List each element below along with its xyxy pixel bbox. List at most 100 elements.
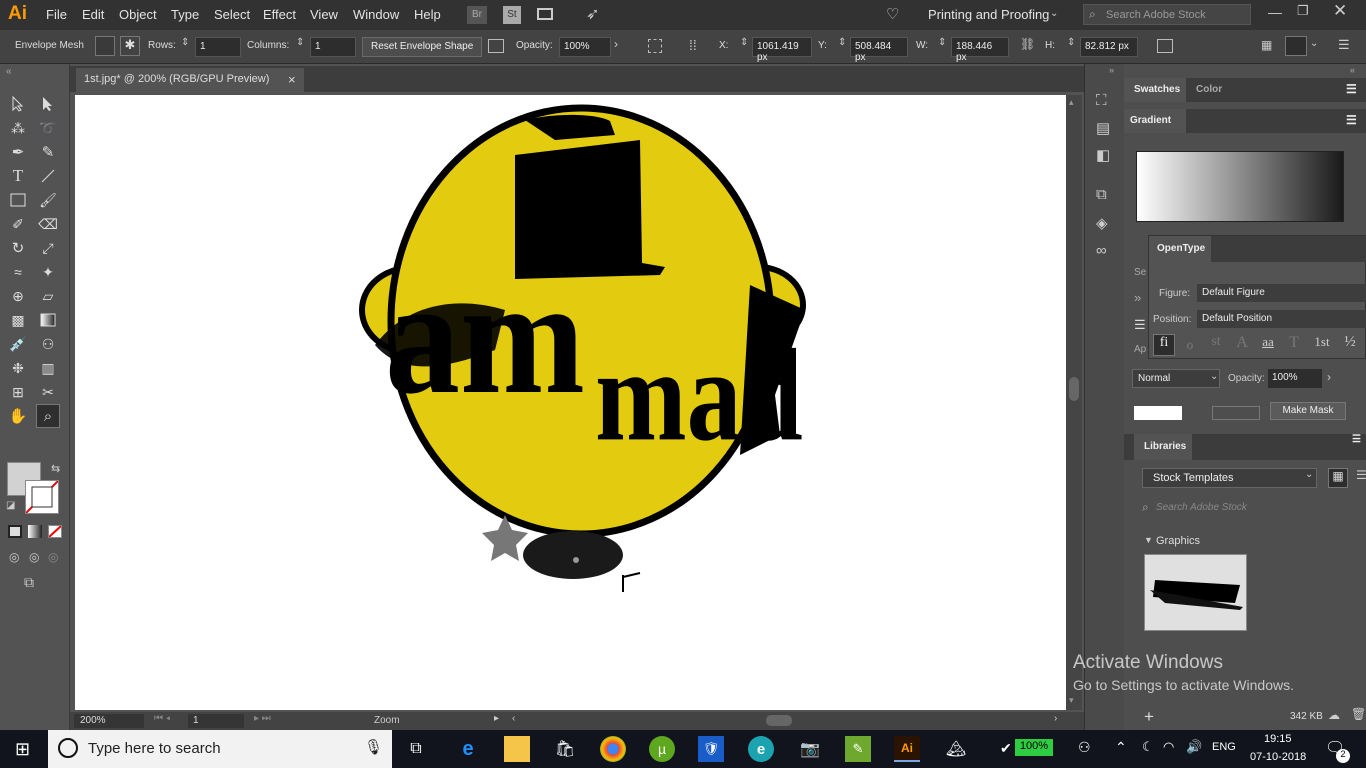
expand-icon[interactable]: » [1109,65,1114,75]
zoom-tool-icon[interactable]: ⌕ [36,404,60,428]
windows-start-icon[interactable]: ⊞ [15,739,30,760]
opacity-input[interactable]: 100% [559,37,611,57]
library-select[interactable]: Stock Templates [1142,468,1317,488]
wifi-icon[interactable]: ◠ [1163,739,1174,755]
lasso-icon[interactable]: ➰ [36,116,60,140]
chevron-down-icon[interactable]: ⌄ [1305,469,1313,480]
gradient-mode-icon[interactable] [28,525,42,538]
chevron-right-icon[interactable]: › [614,37,618,51]
gradient-tool-icon[interactable] [36,308,60,332]
warp-tool-icon[interactable]: ≈ [6,260,30,284]
collapse-icon[interactable]: « [6,66,12,77]
menu-help[interactable]: Help [414,7,441,22]
tab-opentype[interactable]: OpenType [1149,236,1211,262]
microphone-icon[interactable]: 🎙 [364,738,383,756]
contextual-icon[interactable]: aa [1257,334,1279,358]
shape-builder-icon[interactable]: ⊕ [6,284,30,308]
scroll-up-icon[interactable]: ▴ [1069,97,1074,108]
slice-tool-icon[interactable]: ✂ [36,380,60,404]
reset-envelope-button[interactable]: Reset Envelope Shape [362,37,483,57]
menu-type[interactable]: Type [171,7,199,22]
perspective-grid-icon[interactable]: ▱ [36,284,60,308]
h-stepper-icon[interactable]: ⇕ [1067,37,1075,48]
arrange-documents-icon[interactable] [537,8,553,20]
collapse-panels-icon[interactable]: « [1350,65,1355,75]
distribute-icon[interactable] [1285,36,1307,56]
lightbulb-icon[interactable]: ♡ [886,5,899,23]
panel-menu-icon[interactable]: ☰ [1338,37,1350,53]
vpn-shield-icon[interactable]: 🛡 [698,736,724,762]
chevron-down-icon[interactable]: ⌄ [1050,8,1058,19]
e-app-icon[interactable]: e [748,736,774,762]
swash-icon[interactable]: ℴ [1179,334,1201,358]
selection-tool-icon[interactable] [6,92,30,116]
mini-list-icon[interactable]: ☰ [1134,317,1146,333]
shaper-tool-icon[interactable]: ✐ [6,212,30,236]
tab-gradient[interactable]: Gradient [1124,109,1186,133]
transparency-icon[interactable] [488,39,504,53]
document-tab[interactable]: 1st.jpg* @ 200% (RGB/GPU Preview) × [76,68,304,92]
transparency-opacity-input[interactable]: 100% [1268,369,1322,388]
photos-icon[interactable]: 🏔 [943,736,969,762]
type-tool-icon[interactable]: T [6,164,30,188]
security-icon[interactable]: ✔ [1000,740,1012,757]
grid-view-icon[interactable]: ▦ [1328,468,1348,488]
eraser-icon[interactable]: ⌫ [36,212,60,236]
panel-menu-icon[interactable]: ☰ [1346,113,1357,127]
eyedropper-icon[interactable]: 💉 [6,332,30,356]
add-icon[interactable]: + [1144,707,1154,727]
workspace-switcher[interactable]: Printing and Proofing [928,7,1049,22]
draw-inside-icon[interactable]: ◎ [48,550,58,564]
next-artboard-icon[interactable]: ▸ ⏭ [254,713,271,724]
menu-object[interactable]: Object [119,7,157,22]
titling-icon[interactable]: A [1231,334,1253,358]
menu-effect[interactable]: Effect [263,7,296,22]
taskbar-search-box[interactable]: Type here to search 🎙 [48,730,392,768]
rotate-tool-icon[interactable]: ↻ [6,236,30,260]
paintbrush-icon[interactable]: 🖌 [36,188,60,212]
symbol-sprayer-icon[interactable]: ❉ [6,356,30,380]
vertical-scrollbar[interactable]: ▴ ▾ [1066,95,1082,710]
artboard-select[interactable]: 1 [188,714,244,728]
volume-icon[interactable]: 🔊 [1186,739,1202,755]
edge-icon[interactable]: e [455,736,481,762]
pathfinder-icon[interactable]: ◧ [1096,146,1110,164]
reference-point-icon[interactable] [648,39,662,53]
minimize-icon[interactable]: — [1268,4,1282,20]
x-input[interactable]: 1061.419 px [752,37,812,63]
scroll-left-icon[interactable]: ‹ [512,713,515,724]
people-icon[interactable]: ⚇ [1078,739,1091,756]
file-explorer-icon[interactable] [504,736,530,762]
menu-view[interactable]: View [310,7,338,22]
menu-window[interactable]: Window [353,7,399,22]
magic-wand-icon[interactable]: ⁂ [6,116,30,140]
mask-thumbnail[interactable] [1212,406,1260,420]
pen-tool-icon[interactable]: ✒ [6,140,30,164]
scroll-right-icon[interactable]: › [1054,713,1057,724]
rows-stepper-icon[interactable]: ⇕ [181,37,189,48]
utorrent-icon[interactable]: µ [649,736,675,762]
artboards-icon[interactable]: ⧉ [1096,186,1107,203]
transform-icon[interactable] [1157,39,1173,53]
align-icon[interactable]: ▦ [1261,38,1272,52]
menu-edit[interactable]: Edit [82,7,104,22]
hand-tool-icon[interactable]: ✋ [6,404,30,428]
swap-colors-icon[interactable]: ⇆ [51,462,60,475]
draw-normal-icon[interactable]: ◎ [9,550,19,564]
rows-input[interactable]: 1 [195,37,241,57]
logo-artwork[interactable]: am mad [75,95,1066,710]
battery-indicator[interactable]: 100% [1015,739,1053,756]
columns-stepper-icon[interactable]: ⇕ [296,37,304,48]
ordinal-icon[interactable]: 1st [1309,334,1335,358]
none-mode-icon[interactable] [48,525,62,538]
curvature-tool-icon[interactable]: ✎ [36,140,60,164]
color-mode-icon[interactable] [8,525,22,538]
mesh-tool-icon[interactable]: ▩ [6,308,30,332]
language-indicator[interactable]: ENG [1212,741,1236,753]
chevron-right-icon[interactable]: › [1327,370,1331,384]
scale-tool-icon[interactable]: ⤢ [36,236,60,260]
stock-search-field[interactable]: ⌕ Search Adobe Stock [1083,4,1251,25]
layers-icon[interactable]: ◈ [1096,214,1108,232]
make-mask-button[interactable]: Make Mask [1270,402,1346,420]
menu-select[interactable]: Select [214,7,250,22]
